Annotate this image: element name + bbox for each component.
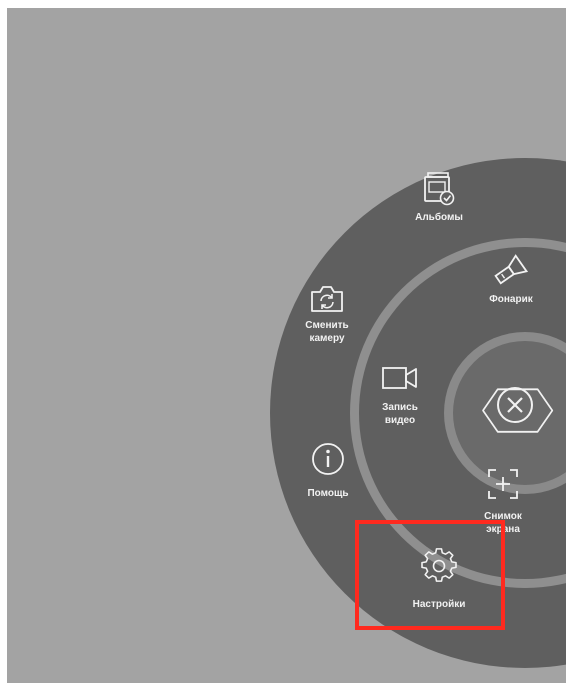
menu-item-help-label: Помощь <box>307 488 349 499</box>
albums-icon <box>424 172 455 206</box>
camera-screen: Альбомы Фонарик Сменить камеру Запись ви… <box>7 8 566 683</box>
menu-item-albums[interactable]: Альбомы <box>399 171 479 224</box>
menu-item-albums-label: Альбомы <box>415 212 463 223</box>
menu-item-screenshot[interactable]: Снимок экрана <box>467 466 539 536</box>
menu-item-record-video-label: Запись видео <box>382 402 418 426</box>
menu-item-flashlight-label: Фонарик <box>489 294 533 305</box>
close-menu-button[interactable] <box>470 358 566 468</box>
menu-item-record-video[interactable]: Запись видео <box>365 363 435 427</box>
flashlight-icon <box>494 254 529 285</box>
gear-icon <box>421 548 457 582</box>
menu-item-flashlight[interactable]: Фонарик <box>475 253 547 306</box>
video-camera-icon <box>382 367 417 389</box>
menu-item-settings-label: Настройки <box>412 599 466 610</box>
menu-item-switch-camera-label: Сменить камеру <box>305 320 349 344</box>
menu-item-help[interactable]: Помощь <box>292 441 364 500</box>
switch-camera-icon <box>311 286 343 312</box>
menu-item-screenshot-label: Снимок экрана <box>484 511 522 535</box>
menu-item-switch-camera[interactable]: Сменить камеру <box>291 283 363 345</box>
close-icon <box>482 387 554 433</box>
screenshot-icon <box>488 469 518 499</box>
info-icon <box>312 443 344 475</box>
menu-item-settings[interactable]: Настройки <box>399 548 479 611</box>
